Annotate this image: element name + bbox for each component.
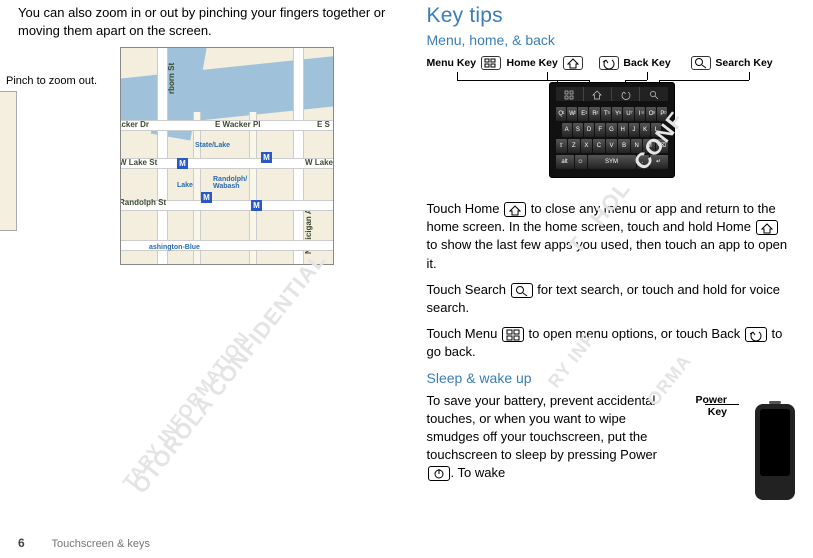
street-label: E Wacker Pl xyxy=(215,120,261,129)
transit-label: Lake xyxy=(177,182,193,189)
key-diagram: Menu Key Home Key Back Key xyxy=(427,56,792,186)
nav-search-icon xyxy=(640,87,667,101)
street-label: W Lake xyxy=(305,158,333,167)
metro-icon: M xyxy=(177,158,188,169)
back-icon xyxy=(745,327,767,342)
page-footer: 6 Touchscreen & keys xyxy=(18,536,150,550)
home-icon xyxy=(504,202,526,217)
transit-label: ashington-Blue xyxy=(149,244,200,251)
menu-paragraph: Touch Menu to open menu options, or touc… xyxy=(427,325,792,361)
street-label: rborn St xyxy=(167,63,176,94)
metro-icon: M xyxy=(201,192,212,203)
search-key-icon xyxy=(691,56,711,70)
sleep-paragraph: To save your battery, prevent accidental… xyxy=(427,392,667,483)
page-number: 6 xyxy=(18,536,25,550)
subsection-heading: Menu, home, & back xyxy=(427,32,792,48)
footer-section: Touchscreen & keys xyxy=(52,538,150,550)
street-label: W Lake St xyxy=(120,158,157,167)
phone-illustration: Q1 W2 E3 R4 T5 Y6 U7 I8 O9 P0 A S D F G xyxy=(549,82,675,178)
power-icon xyxy=(428,466,450,481)
street-label: acker Dr xyxy=(120,120,149,129)
subsection-heading: Sleep & wake up xyxy=(427,370,792,386)
home-key-icon xyxy=(563,56,583,70)
home-paragraph: Touch Home to close any menu or app and … xyxy=(427,200,792,273)
map-inset: Ontario St E Ontario St Ohio St and St E… xyxy=(0,91,17,231)
transit-label: State/Lake xyxy=(195,142,230,149)
power-key-label: PowerKey xyxy=(695,394,727,419)
back-key-icon xyxy=(599,56,619,70)
home-key-label: Home Key xyxy=(507,56,585,70)
transit-label: Randolph/ Wabash xyxy=(213,176,273,190)
map-main: rborn St N Micigan Ave acker Dr E Wacker… xyxy=(120,47,334,265)
metro-icon: M xyxy=(251,200,262,211)
keyboard-row-2: A S D F G H J K L xyxy=(562,123,662,137)
intro-text: You can also zoom in or out by pinching … xyxy=(18,4,387,39)
search-icon xyxy=(511,283,533,298)
keyboard-row-1: Q1 W2 E3 R4 T5 Y6 U7 I8 O9 P0 xyxy=(556,107,668,121)
keyboard-row-3: ⇧ Z X C V B N M ⌫ xyxy=(556,139,668,153)
menu-key-icon xyxy=(481,56,501,70)
search-key-label: Search Key xyxy=(689,56,773,70)
menu-icon xyxy=(502,327,524,342)
pinch-label: Pinch to zoom out. xyxy=(6,75,97,87)
nav-back-icon xyxy=(612,87,640,101)
keyboard-row-4: alt ☺ SYM . ↵ xyxy=(556,155,668,169)
menu-key-label: Menu Key xyxy=(427,56,504,70)
metro-icon: M xyxy=(261,152,272,163)
street-label: Randolph St xyxy=(120,198,166,207)
street-label: E S xyxy=(317,120,330,129)
home-icon xyxy=(756,220,778,235)
back-key-label: Back Key xyxy=(597,56,671,70)
nav-home-icon xyxy=(584,87,612,101)
nav-menu-icon xyxy=(556,87,584,101)
power-device-illustration xyxy=(733,396,795,506)
section-heading: Key tips xyxy=(427,4,792,28)
search-paragraph: Touch Search for text search, or touch a… xyxy=(427,281,792,317)
